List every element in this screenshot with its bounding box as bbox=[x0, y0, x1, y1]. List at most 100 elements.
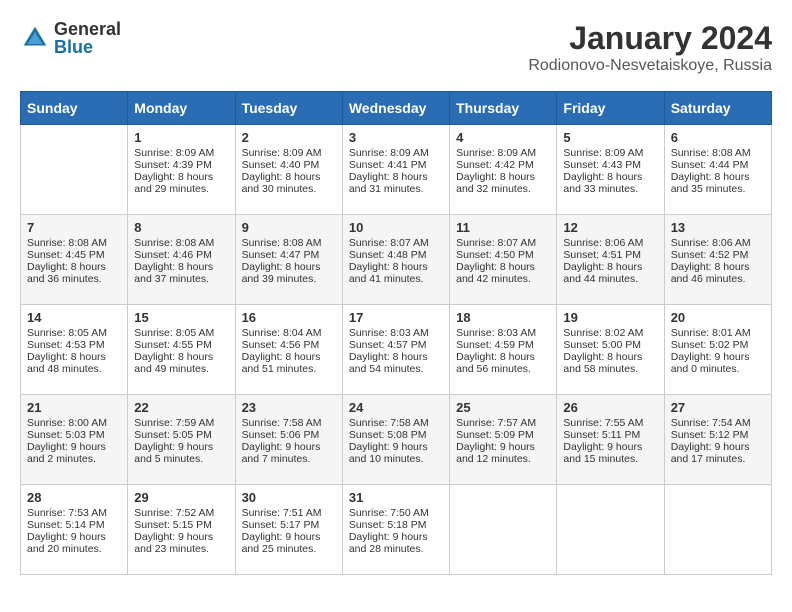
table-row: 25 Sunrise: 7:57 AM Sunset: 5:09 PM Dayl… bbox=[450, 395, 557, 485]
sunset-text: Sunset: 4:59 PM bbox=[456, 339, 534, 351]
sunrise-text: Sunrise: 7:50 AM bbox=[349, 507, 429, 519]
day-number: 19 bbox=[563, 310, 657, 325]
day-number: 30 bbox=[242, 490, 336, 505]
sunrise-text: Sunrise: 7:54 AM bbox=[671, 417, 751, 429]
sunset-text: Sunset: 4:48 PM bbox=[349, 249, 427, 261]
table-row: 21 Sunrise: 8:00 AM Sunset: 5:03 PM Dayl… bbox=[21, 395, 128, 485]
calendar-header-row: Sunday Monday Tuesday Wednesday Thursday… bbox=[21, 92, 772, 125]
daylight-text: Daylight: 8 hours and 39 minutes. bbox=[242, 261, 321, 285]
day-number: 7 bbox=[27, 220, 121, 235]
day-number: 4 bbox=[456, 130, 550, 145]
table-row: 22 Sunrise: 7:59 AM Sunset: 5:05 PM Dayl… bbox=[128, 395, 235, 485]
table-row bbox=[664, 485, 771, 575]
day-number: 28 bbox=[27, 490, 121, 505]
sunset-text: Sunset: 5:00 PM bbox=[563, 339, 641, 351]
table-row: 8 Sunrise: 8:08 AM Sunset: 4:46 PM Dayli… bbox=[128, 215, 235, 305]
table-row: 1 Sunrise: 8:09 AM Sunset: 4:39 PM Dayli… bbox=[128, 125, 235, 215]
col-thursday: Thursday bbox=[450, 92, 557, 125]
daylight-text: Daylight: 9 hours and 15 minutes. bbox=[563, 441, 642, 465]
sunrise-text: Sunrise: 8:05 AM bbox=[134, 327, 214, 339]
sunrise-text: Sunrise: 8:08 AM bbox=[242, 237, 322, 249]
sunrise-text: Sunrise: 8:08 AM bbox=[27, 237, 107, 249]
sunset-text: Sunset: 5:17 PM bbox=[242, 519, 320, 531]
table-row: 18 Sunrise: 8:03 AM Sunset: 4:59 PM Dayl… bbox=[450, 305, 557, 395]
daylight-text: Daylight: 9 hours and 10 minutes. bbox=[349, 441, 428, 465]
day-number: 6 bbox=[671, 130, 765, 145]
sunrise-text: Sunrise: 7:58 AM bbox=[242, 417, 322, 429]
daylight-text: Daylight: 8 hours and 33 minutes. bbox=[563, 171, 642, 195]
sunset-text: Sunset: 4:57 PM bbox=[349, 339, 427, 351]
table-row: 2 Sunrise: 8:09 AM Sunset: 4:40 PM Dayli… bbox=[235, 125, 342, 215]
sunset-text: Sunset: 4:43 PM bbox=[563, 159, 641, 171]
table-row: 26 Sunrise: 7:55 AM Sunset: 5:11 PM Dayl… bbox=[557, 395, 664, 485]
day-number: 23 bbox=[242, 400, 336, 415]
daylight-text: Daylight: 8 hours and 48 minutes. bbox=[27, 351, 106, 375]
table-row: 23 Sunrise: 7:58 AM Sunset: 5:06 PM Dayl… bbox=[235, 395, 342, 485]
sunset-text: Sunset: 5:09 PM bbox=[456, 429, 534, 441]
sunrise-text: Sunrise: 8:09 AM bbox=[242, 147, 322, 159]
sunrise-text: Sunrise: 7:57 AM bbox=[456, 417, 536, 429]
daylight-text: Daylight: 9 hours and 17 minutes. bbox=[671, 441, 750, 465]
sunset-text: Sunset: 5:08 PM bbox=[349, 429, 427, 441]
daylight-text: Daylight: 8 hours and 51 minutes. bbox=[242, 351, 321, 375]
daylight-text: Daylight: 9 hours and 5 minutes. bbox=[134, 441, 213, 465]
sunrise-text: Sunrise: 8:06 AM bbox=[671, 237, 751, 249]
sunset-text: Sunset: 4:45 PM bbox=[27, 249, 105, 261]
logo-text: General Blue bbox=[54, 20, 121, 56]
sunset-text: Sunset: 5:14 PM bbox=[27, 519, 105, 531]
table-row: 27 Sunrise: 7:54 AM Sunset: 5:12 PM Dayl… bbox=[664, 395, 771, 485]
sunset-text: Sunset: 4:42 PM bbox=[456, 159, 534, 171]
daylight-text: Daylight: 8 hours and 56 minutes. bbox=[456, 351, 535, 375]
daylight-text: Daylight: 8 hours and 44 minutes. bbox=[563, 261, 642, 285]
col-friday: Friday bbox=[557, 92, 664, 125]
daylight-text: Daylight: 8 hours and 36 minutes. bbox=[27, 261, 106, 285]
table-row: 17 Sunrise: 8:03 AM Sunset: 4:57 PM Dayl… bbox=[342, 305, 449, 395]
sunset-text: Sunset: 5:12 PM bbox=[671, 429, 749, 441]
daylight-text: Daylight: 8 hours and 49 minutes. bbox=[134, 351, 213, 375]
sunrise-text: Sunrise: 8:01 AM bbox=[671, 327, 751, 339]
calendar-week-row: 7 Sunrise: 8:08 AM Sunset: 4:45 PM Dayli… bbox=[21, 215, 772, 305]
page-title: January 2024 bbox=[528, 20, 772, 57]
sunset-text: Sunset: 4:52 PM bbox=[671, 249, 749, 261]
sunrise-text: Sunrise: 7:51 AM bbox=[242, 507, 322, 519]
day-number: 20 bbox=[671, 310, 765, 325]
logo-blue-text: Blue bbox=[54, 38, 121, 56]
table-row: 14 Sunrise: 8:05 AM Sunset: 4:53 PM Dayl… bbox=[21, 305, 128, 395]
sunrise-text: Sunrise: 8:09 AM bbox=[456, 147, 536, 159]
table-row: 4 Sunrise: 8:09 AM Sunset: 4:42 PM Dayli… bbox=[450, 125, 557, 215]
daylight-text: Daylight: 9 hours and 7 minutes. bbox=[242, 441, 321, 465]
table-row: 7 Sunrise: 8:08 AM Sunset: 4:45 PM Dayli… bbox=[21, 215, 128, 305]
daylight-text: Daylight: 9 hours and 20 minutes. bbox=[27, 531, 106, 555]
table-row bbox=[557, 485, 664, 575]
table-row: 29 Sunrise: 7:52 AM Sunset: 5:15 PM Dayl… bbox=[128, 485, 235, 575]
sunrise-text: Sunrise: 8:06 AM bbox=[563, 237, 643, 249]
sunrise-text: Sunrise: 8:08 AM bbox=[134, 237, 214, 249]
header: General Blue January 2024 Rodionovo-Nesv… bbox=[20, 20, 772, 75]
table-row: 11 Sunrise: 8:07 AM Sunset: 4:50 PM Dayl… bbox=[450, 215, 557, 305]
daylight-text: Daylight: 8 hours and 54 minutes. bbox=[349, 351, 428, 375]
sunset-text: Sunset: 4:44 PM bbox=[671, 159, 749, 171]
table-row: 3 Sunrise: 8:09 AM Sunset: 4:41 PM Dayli… bbox=[342, 125, 449, 215]
sunset-text: Sunset: 4:39 PM bbox=[134, 159, 212, 171]
sunrise-text: Sunrise: 8:07 AM bbox=[456, 237, 536, 249]
daylight-text: Daylight: 8 hours and 32 minutes. bbox=[456, 171, 535, 195]
sunset-text: Sunset: 5:05 PM bbox=[134, 429, 212, 441]
day-number: 16 bbox=[242, 310, 336, 325]
sunrise-text: Sunrise: 8:07 AM bbox=[349, 237, 429, 249]
daylight-text: Daylight: 9 hours and 28 minutes. bbox=[349, 531, 428, 555]
table-row: 15 Sunrise: 8:05 AM Sunset: 4:55 PM Dayl… bbox=[128, 305, 235, 395]
sunset-text: Sunset: 5:02 PM bbox=[671, 339, 749, 351]
day-number: 3 bbox=[349, 130, 443, 145]
daylight-text: Daylight: 8 hours and 46 minutes. bbox=[671, 261, 750, 285]
col-saturday: Saturday bbox=[664, 92, 771, 125]
daylight-text: Daylight: 8 hours and 41 minutes. bbox=[349, 261, 428, 285]
sunrise-text: Sunrise: 8:05 AM bbox=[27, 327, 107, 339]
daylight-text: Daylight: 9 hours and 0 minutes. bbox=[671, 351, 750, 375]
sunset-text: Sunset: 4:50 PM bbox=[456, 249, 534, 261]
day-number: 5 bbox=[563, 130, 657, 145]
table-row bbox=[21, 125, 128, 215]
table-row: 20 Sunrise: 8:01 AM Sunset: 5:02 PM Dayl… bbox=[664, 305, 771, 395]
day-number: 25 bbox=[456, 400, 550, 415]
table-row: 24 Sunrise: 7:58 AM Sunset: 5:08 PM Dayl… bbox=[342, 395, 449, 485]
sunrise-text: Sunrise: 8:09 AM bbox=[349, 147, 429, 159]
